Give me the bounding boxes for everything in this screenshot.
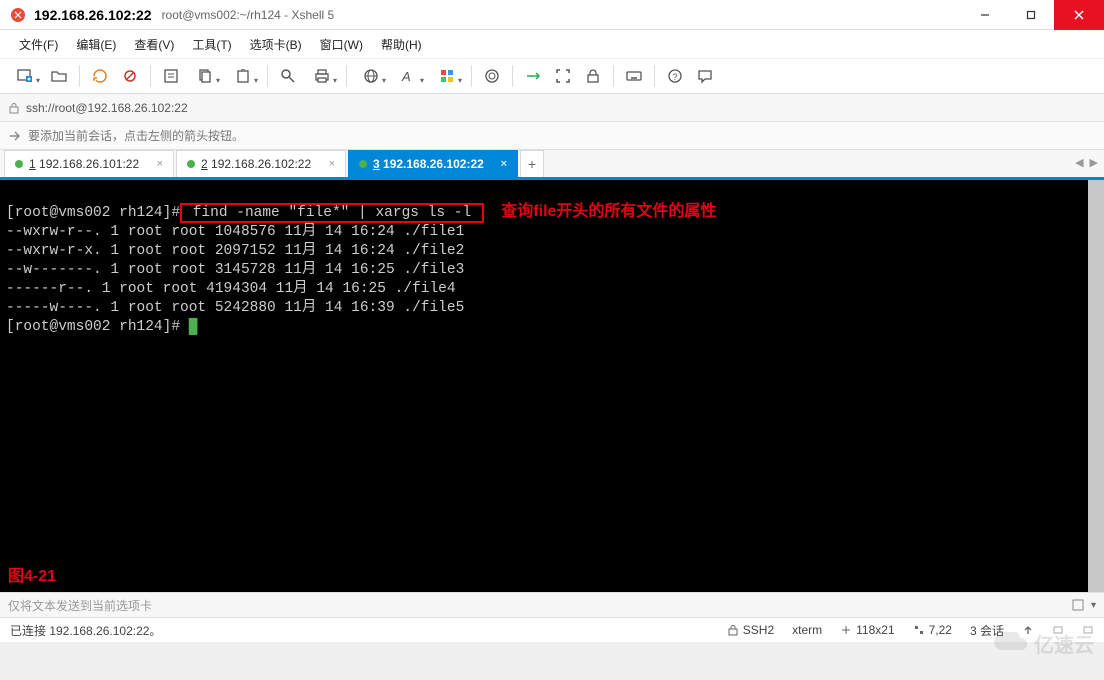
hint-text: 要添加当前会话，点击左侧的箭头按钮。 <box>28 127 244 144</box>
print-button[interactable] <box>305 63 339 89</box>
session-tab-2[interactable]: 2 192.168.26.102:22 × <box>176 150 346 177</box>
output-line: -----w----. 1 root root 5242880 11月 14 1… <box>6 300 464 316</box>
script-button[interactable] <box>479 63 505 89</box>
output-line: --w-------. 1 root root 3145728 11月 14 1… <box>6 262 464 278</box>
status-dot-icon <box>359 160 367 168</box>
search-button[interactable] <box>275 63 301 89</box>
cursor-pos-icon <box>913 624 925 636</box>
close-button[interactable] <box>1054 0 1104 30</box>
status-dot-icon <box>187 160 195 168</box>
app-icon <box>10 7 26 23</box>
menu-tab[interactable]: 选项卡(B) <box>243 33 309 56</box>
output-line: ------r--. 1 root root 4194304 11月 14 16… <box>6 281 456 297</box>
tab-bar: 1 192.168.26.101:22 × 2 192.168.26.102:2… <box>0 150 1104 180</box>
status-protocol: SSH2 <box>727 623 774 637</box>
keyboard-button[interactable] <box>621 63 647 89</box>
status-cursor-pos: 7,22 <box>913 623 952 637</box>
new-session-button[interactable] <box>8 63 42 89</box>
menu-bar: 文件(F) 编辑(E) 查看(V) 工具(T) 选项卡(B) 窗口(W) 帮助(… <box>0 30 1104 58</box>
svg-text:?: ? <box>673 72 678 82</box>
address-bar: ssh://root@192.168.26.102:22 <box>0 94 1104 122</box>
copy-button[interactable] <box>188 63 222 89</box>
arrow-up-icon[interactable] <box>1022 624 1034 636</box>
add-session-arrow-icon[interactable] <box>8 129 22 143</box>
output-line: --wxrw-r--. 1 root root 1048576 11月 14 1… <box>6 224 464 240</box>
close-tab-icon[interactable]: × <box>149 158 163 170</box>
annotation-text: 查询file开头的所有文件的属性 <box>501 203 716 220</box>
status-dot-icon <box>15 160 23 168</box>
tab-next-button[interactable]: ▶ <box>1090 156 1098 169</box>
minimize-button[interactable] <box>962 0 1008 30</box>
add-tab-button[interactable]: + <box>520 150 544 177</box>
disconnect-button[interactable] <box>117 63 143 89</box>
close-tab-icon[interactable]: × <box>493 158 507 170</box>
menu-file[interactable]: 文件(F) <box>12 33 65 56</box>
help-button[interactable]: ? <box>662 63 688 89</box>
fullscreen-button[interactable] <box>550 63 576 89</box>
terminal-cursor: █ <box>189 319 198 335</box>
font-button[interactable]: A <box>392 63 426 89</box>
shell-prompt: [root@vms002 rh124]# <box>6 319 189 335</box>
xftp-button[interactable] <box>520 63 546 89</box>
open-session-button[interactable] <box>46 63 72 89</box>
cap-icon <box>1052 624 1064 636</box>
session-tab-1[interactable]: 1 192.168.26.101:22 × <box>4 150 174 177</box>
tab-prev-button[interactable]: ◀ <box>1075 156 1083 169</box>
color-button[interactable] <box>430 63 464 89</box>
sendbar-dropdown-icon[interactable]: ▾ <box>1091 600 1096 611</box>
status-bar: 已连接 192.168.26.102:22。 SSH2 xterm 118x21… <box>0 618 1104 642</box>
lock-icon <box>727 624 739 636</box>
address-text[interactable]: ssh://root@192.168.26.102:22 <box>26 101 188 115</box>
window-host: 192.168.26.102:22 <box>34 7 152 23</box>
sendbar-settings-icon[interactable] <box>1071 598 1085 612</box>
status-size: 118x21 <box>840 623 894 637</box>
maximize-button[interactable] <box>1008 0 1054 30</box>
svg-text:A: A <box>401 69 411 84</box>
status-sessions: 3 会话 <box>970 622 1004 639</box>
encoding-button[interactable] <box>354 63 388 89</box>
status-connection: 已连接 192.168.26.102:22。 <box>10 622 709 639</box>
status-term: xterm <box>792 623 822 637</box>
hint-bar: 要添加当前会话，点击左侧的箭头按钮。 <box>0 122 1104 150</box>
close-tab-icon[interactable]: × <box>321 158 335 170</box>
terminal[interactable]: [root@vms002 rh124]# find -name "file*" … <box>0 180 1104 592</box>
send-bar: 仅将文本发送到当前选项卡 ▾ <box>0 592 1104 618</box>
output-line: --wxrw-r-x. 1 root root 2097152 11月 14 1… <box>6 243 464 259</box>
terminal-scrollbar[interactable] <box>1088 180 1104 592</box>
send-input[interactable]: 仅将文本发送到当前选项卡 <box>8 597 1065 614</box>
paste-button[interactable] <box>226 63 260 89</box>
num-icon <box>1082 624 1094 636</box>
figure-label: 图4-21 <box>8 567 56 586</box>
lock-button[interactable] <box>580 63 606 89</box>
feedback-button[interactable] <box>692 63 718 89</box>
tab-nav: ◀ ▶ <box>1075 156 1098 169</box>
lock-icon <box>8 102 20 114</box>
properties-button[interactable] <box>158 63 184 89</box>
menu-help[interactable]: 帮助(H) <box>374 33 429 56</box>
highlighted-command: find -name "file*" | xargs ls -l <box>180 203 484 223</box>
title-bar: 192.168.26.102:22 root@vms002:~/rh124 - … <box>0 0 1104 30</box>
shell-prompt: [root@vms002 rh124]# <box>6 205 180 221</box>
window-subtitle: root@vms002:~/rh124 - Xshell 5 <box>162 8 335 22</box>
menu-view[interactable]: 查看(V) <box>127 33 181 56</box>
session-tab-3[interactable]: 3 192.168.26.102:22 × <box>348 150 518 177</box>
reconnect-button[interactable] <box>87 63 113 89</box>
resize-icon <box>840 624 852 636</box>
menu-edit[interactable]: 编辑(E) <box>69 33 123 56</box>
menu-window[interactable]: 窗口(W) <box>313 33 370 56</box>
toolbar: A ? <box>0 58 1104 94</box>
menu-tools[interactable]: 工具(T) <box>185 33 238 56</box>
